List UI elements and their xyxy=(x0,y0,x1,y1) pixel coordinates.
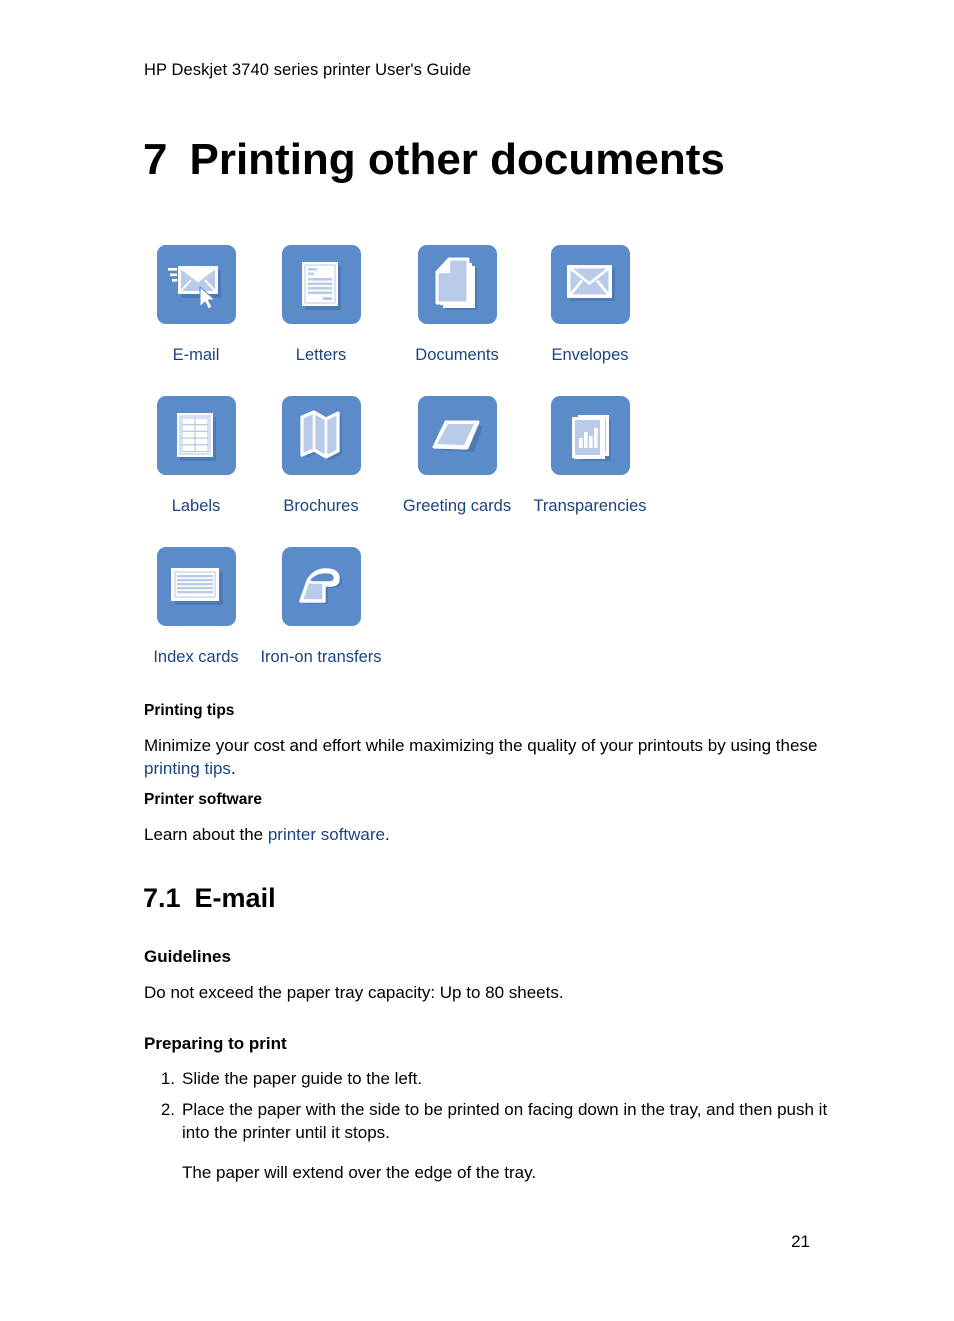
letter-document-icon[interactable] xyxy=(281,245,361,324)
section-title-email: 7.1 E-mail xyxy=(143,883,276,914)
step-note: The paper will extend over the edge of t… xyxy=(182,1163,537,1182)
chapter-number: 7 xyxy=(143,135,168,184)
printer-software-text-after: . xyxy=(385,825,390,844)
chapter-title-text: Printing other documents xyxy=(189,135,725,184)
topic-label-wrap: E-mail xyxy=(173,335,220,365)
topic-label[interactable]: Envelopes xyxy=(551,346,628,365)
topic-label-wrap: Greeting cards xyxy=(403,486,511,516)
section-number: 7.1 xyxy=(143,883,181,913)
section-title-text: E-mail xyxy=(194,883,276,913)
topic-label[interactable]: Brochures xyxy=(283,497,358,516)
topic-label-wrap: Envelopes xyxy=(551,335,628,365)
label-sheet-grid-icon[interactable] xyxy=(156,396,236,475)
topic-label-wrap: Transparencies xyxy=(533,486,646,516)
topic-link-envelopes[interactable]: Envelopes xyxy=(550,245,630,364)
step-text: Place the paper with the side to be prin… xyxy=(182,1100,828,1142)
page-number: 21 xyxy=(791,1232,810,1251)
page-title: 7 Printing other documents xyxy=(143,135,725,184)
topic-link-iron-on-transfers[interactable]: Iron-on transfers xyxy=(260,547,382,666)
printing-tips-text-before: Minimize your cost and effort while maxi… xyxy=(144,736,818,755)
topic-label-wrap: Iron-on transfers xyxy=(260,637,381,667)
step-number: 2. xyxy=(160,1100,175,1119)
icon-row: Labels Brochures Greeting cards Transpar… xyxy=(144,396,704,547)
topic-link-labels[interactable]: Labels xyxy=(156,396,236,515)
topic-label-wrap: Labels xyxy=(172,486,221,516)
topic-link-transparencies[interactable]: Transparencies xyxy=(533,396,647,515)
preparing-to-print-heading: Preparing to print xyxy=(144,1034,287,1053)
topic-label[interactable]: Letters xyxy=(296,346,346,365)
topic-link-index-cards[interactable]: Index cards xyxy=(153,547,239,666)
topic-link-documents[interactable]: Documents xyxy=(415,245,499,364)
stacked-pages-icon[interactable] xyxy=(417,245,497,324)
envelope-icon[interactable] xyxy=(550,245,630,324)
list-item: 2. Place the paper with the side to be p… xyxy=(144,1098,844,1144)
folded-greeting-card-icon[interactable] xyxy=(417,396,497,475)
topic-label[interactable]: Greeting cards xyxy=(403,497,511,516)
topic-label-wrap: Documents xyxy=(415,335,498,365)
icon-row: E-mail Letters Documents Envelopes xyxy=(144,245,704,396)
topic-link-brochures[interactable]: Brochures xyxy=(281,396,361,515)
step-number: 1. xyxy=(160,1069,175,1088)
transparency-chart-sheets-icon[interactable] xyxy=(550,396,630,475)
printer-software-heading: Printer software xyxy=(144,791,263,808)
topic-link-greeting-cards[interactable]: Greeting cards xyxy=(403,396,511,515)
topic-label-wrap: Letters xyxy=(296,335,346,365)
clothes-iron-icon[interactable] xyxy=(281,547,361,626)
step-text: Slide the paper guide to the left. xyxy=(182,1069,423,1088)
topic-label[interactable]: Labels xyxy=(172,497,221,516)
email-envelope-cursor-icon[interactable] xyxy=(156,245,236,324)
printer-software-paragraph: Learn about the printer software. xyxy=(144,823,834,846)
printer-software-text-before: Learn about the xyxy=(144,825,268,844)
topic-label[interactable]: Index cards xyxy=(153,648,238,667)
guidelines-heading: Guidelines xyxy=(144,947,231,966)
running-header: HP Deskjet 3740 series printer User's Gu… xyxy=(144,61,472,79)
folded-brochure-icon[interactable] xyxy=(281,396,361,475)
printing-tips-link[interactable]: printing tips xyxy=(144,759,231,778)
topic-label-wrap: Index cards xyxy=(153,637,238,667)
topic-label[interactable]: Iron-on transfers xyxy=(260,648,381,667)
printing-tips-heading: Printing tips xyxy=(144,702,235,719)
preparing-to-print-steps: 1. Slide the paper guide to the left. 2.… xyxy=(144,1067,844,1184)
printing-tips-text-after: . xyxy=(230,759,236,778)
list-item: 1. Slide the paper guide to the left. xyxy=(144,1067,844,1090)
topic-link-email[interactable]: E-mail xyxy=(156,245,236,364)
guidelines-text: Do not exceed the paper tray capacity: U… xyxy=(144,983,564,1002)
topic-icon-grid: E-mail Letters Documents Envelopes Label… xyxy=(144,245,704,698)
topic-label-wrap: Brochures xyxy=(283,486,358,516)
topic-label[interactable]: Documents xyxy=(415,346,498,365)
topic-label[interactable]: E-mail xyxy=(173,346,220,365)
index-card-lines-icon[interactable] xyxy=(156,547,236,626)
topic-label[interactable]: Transparencies xyxy=(533,497,646,516)
topic-link-letters[interactable]: Letters xyxy=(281,245,361,364)
printer-software-link[interactable]: printer software xyxy=(268,825,385,844)
printing-tips-paragraph: Minimize your cost and effort while maxi… xyxy=(144,734,834,780)
document-page: HP Deskjet 3740 series printer User's Gu… xyxy=(0,0,954,1321)
icon-row: Index cards Iron-on transfers xyxy=(144,547,704,698)
